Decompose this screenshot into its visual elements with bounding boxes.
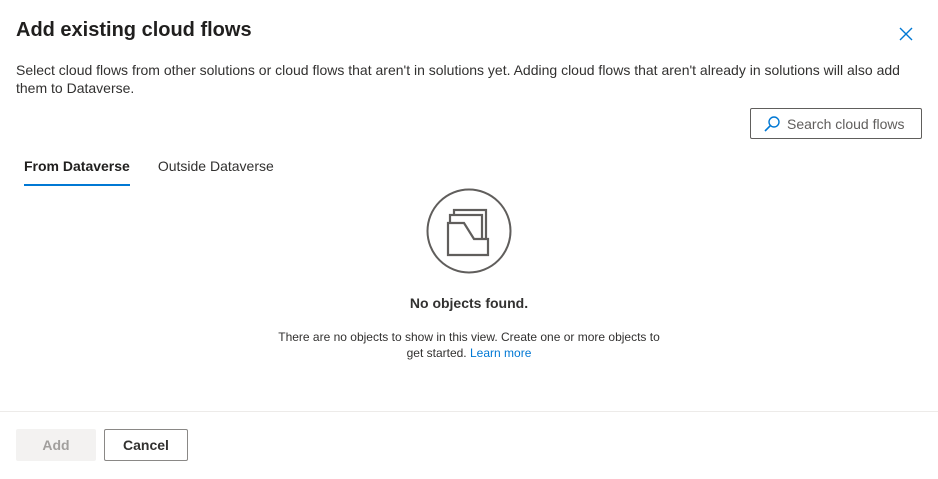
tab-list: From Dataverse Outside Dataverse bbox=[16, 148, 294, 186]
tab-from-dataverse[interactable]: From Dataverse bbox=[16, 148, 138, 186]
search-cloud-flows-input[interactable]: Search cloud flows bbox=[750, 108, 922, 139]
search-icon bbox=[763, 115, 781, 133]
learn-more-link[interactable]: Learn more bbox=[470, 346, 531, 360]
empty-state-text: There are no objects to show in this vie… bbox=[278, 330, 660, 360]
tab-outside-dataverse[interactable]: Outside Dataverse bbox=[150, 148, 282, 184]
add-cloud-flows-dialog: Add existing cloud flows Select cloud fl… bbox=[0, 0, 938, 479]
search-placeholder: Search cloud flows bbox=[787, 115, 905, 132]
empty-folder-icon bbox=[426, 188, 512, 274]
dialog-title: Add existing cloud flows bbox=[16, 19, 252, 41]
empty-state-message: There are no objects to show in this vie… bbox=[275, 329, 663, 361]
cancel-button[interactable]: Cancel bbox=[104, 429, 188, 461]
dialog-description: Select cloud flows from other solutions … bbox=[16, 62, 900, 96]
empty-state-title: No objects found. bbox=[409, 295, 529, 311]
close-button[interactable] bbox=[894, 22, 918, 46]
add-button[interactable]: Add bbox=[16, 429, 96, 461]
close-icon bbox=[899, 27, 913, 41]
footer-divider bbox=[0, 411, 938, 412]
